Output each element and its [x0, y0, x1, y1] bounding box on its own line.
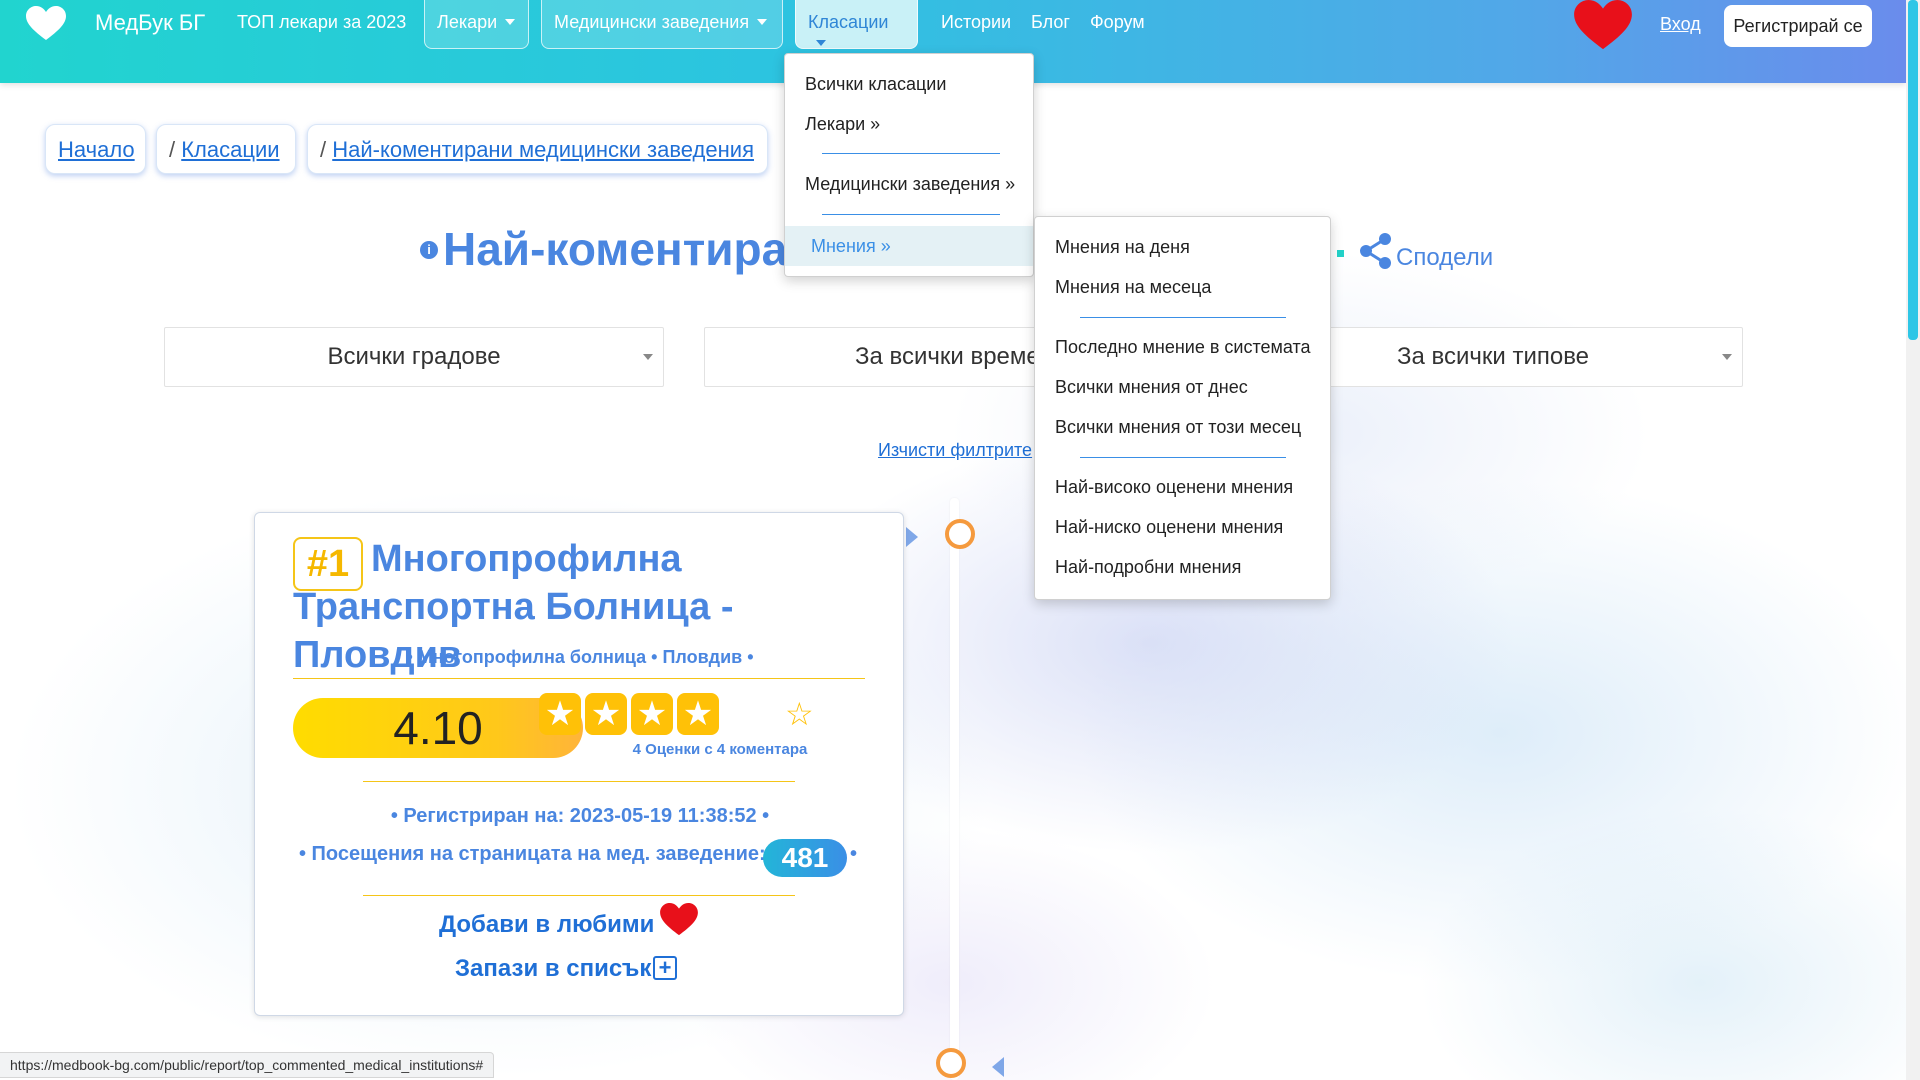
page-title: Най-коментиран — [443, 223, 815, 275]
menu-item-opinions-this-month[interactable]: Всички мнения от този месец — [1035, 417, 1301, 438]
divider — [363, 895, 795, 896]
timeline-arrow-icon — [992, 1057, 1004, 1077]
opinions-submenu: Мнения на деня Мнения на месеца Последно… — [1034, 216, 1331, 600]
nav-blog-link[interactable]: Блог — [1031, 12, 1070, 33]
scrollbar-thumb[interactable] — [1908, 0, 1918, 340]
period-filter-value: За всички времен — [854, 343, 1054, 370]
breadcrumb-separator: / — [169, 137, 182, 162]
registered-date: • Регистриран на: 2023-05-19 11:38:52 • — [390, 805, 770, 827]
star-icon: ★ — [585, 693, 627, 735]
clear-filters-link[interactable]: Изчисти филтрите — [878, 440, 1032, 461]
institution-card: #1 Многопрофилна Транспортна Болница - П… — [254, 512, 904, 1016]
star-icon: ★ — [677, 693, 719, 735]
breadcrumb-rankings-link[interactable]: Класации — [181, 137, 279, 162]
nav-institutions-dropdown[interactable]: Медицински заведения — [541, 0, 783, 49]
favorites-heart-icon[interactable] — [1571, 0, 1635, 52]
caret-down-icon — [1722, 354, 1732, 360]
star-icon: ★ — [539, 693, 581, 735]
share-icon[interactable] — [1358, 232, 1394, 270]
divider — [363, 781, 795, 782]
breadcrumb-separator: / — [320, 137, 333, 162]
menu-item-opinions[interactable]: Мнения » — [785, 226, 1033, 266]
star-icon: ★ — [631, 693, 673, 735]
breadcrumb-rankings: / Класации — [156, 124, 296, 174]
title-separator-dot — [1337, 250, 1344, 257]
divider — [293, 678, 865, 679]
rankings-dropdown-menu: Всички класации Лекари » Медицински заве… — [784, 53, 1034, 277]
menu-item-highest-rated[interactable]: Най-високо оценени мнения — [1035, 477, 1293, 498]
timeline-dot — [945, 519, 975, 549]
visits-bullet: • — [850, 843, 858, 865]
menu-divider — [1080, 317, 1286, 318]
nav-rankings-dropdown[interactable]: Класации — [795, 0, 918, 49]
nav-top-doctors-link[interactable]: ТОП лекари за 2023 — [237, 12, 406, 33]
breadcrumb-current-link[interactable]: Най-коментирани медицински заведения — [332, 137, 754, 162]
visits-label: • Посещения на страницата на мед. заведе… — [299, 843, 766, 865]
menu-divider — [822, 153, 1000, 154]
institution-subtitle: • Многопрофилна болница • Пловдив • — [406, 647, 754, 667]
nav-institutions-label: Медицински заведения — [554, 12, 750, 32]
nav-doctors-label: Лекари — [437, 12, 498, 32]
breadcrumb-home: Начало — [45, 124, 146, 174]
caret-down-icon — [505, 19, 516, 25]
caret-down-icon — [643, 354, 653, 360]
share-link[interactable]: Сподели — [1396, 244, 1493, 272]
menu-item-doctors[interactable]: Лекари » — [785, 114, 880, 135]
city-filter-select[interactable]: Всички градове — [164, 327, 664, 387]
nav-doctors-dropdown[interactable]: Лекари — [424, 0, 529, 49]
add-favorite-button[interactable]: Добави в любими — [439, 911, 654, 939]
menu-item-opinions-day[interactable]: Мнения на деня — [1035, 237, 1190, 258]
menu-item-institutions[interactable]: Медицински заведения » — [785, 174, 1015, 195]
menu-item-opinions-month[interactable]: Мнения на месеца — [1035, 277, 1211, 298]
nav-forum-link[interactable]: Форум — [1090, 12, 1145, 33]
city-filter-value: Всички градове — [327, 343, 501, 370]
info-icon[interactable]: i — [420, 241, 438, 259]
timeline-line — [950, 498, 959, 1080]
menu-item-all-rankings[interactable]: Всички класации — [785, 74, 946, 95]
menu-item-most-detailed[interactable]: Най-подробни мнения — [1035, 557, 1241, 578]
save-list-button[interactable]: Запази в списък — [455, 955, 651, 983]
brand-heart-icon[interactable] — [26, 6, 66, 42]
brand-name-link[interactable]: МедБук БГ — [95, 10, 205, 36]
breadcrumb-home-link[interactable]: Начало — [58, 137, 135, 162]
heart-icon[interactable] — [659, 903, 699, 937]
login-link[interactable]: Вход — [1660, 14, 1701, 35]
type-filter-value: За всички типове — [1396, 343, 1590, 370]
nav-stories-link[interactable]: Истории — [941, 12, 1011, 33]
menu-divider — [1080, 457, 1286, 458]
timeline-arrow-icon — [906, 527, 918, 547]
star-icon: ☆ — [785, 696, 814, 732]
visits-count-badge: 481 — [763, 839, 847, 877]
register-button[interactable]: Регистрирай се — [1724, 5, 1872, 47]
menu-item-last-opinion[interactable]: Последно мнение в системата — [1035, 337, 1311, 358]
plus-square-icon[interactable]: + — [653, 956, 677, 980]
menu-divider — [822, 214, 1000, 215]
ratings-count: 4 Оценки с 4 коментара — [632, 741, 808, 758]
menu-item-opinions-today[interactable]: Всички мнения от днес — [1035, 377, 1248, 398]
caret-down-icon — [816, 40, 826, 46]
menu-item-lowest-rated[interactable]: Най-ниско оценени мнения — [1035, 517, 1283, 538]
browser-status-url: https://medbook-bg.com/public/report/top… — [0, 1052, 495, 1078]
breadcrumb-current: / Най-коментирани медицински заведения — [307, 124, 768, 174]
caret-down-icon — [757, 19, 768, 25]
page-scrollbar[interactable] — [1906, 0, 1920, 1080]
timeline-dot — [936, 1048, 966, 1078]
nav-rankings-label: Класации — [808, 12, 889, 32]
